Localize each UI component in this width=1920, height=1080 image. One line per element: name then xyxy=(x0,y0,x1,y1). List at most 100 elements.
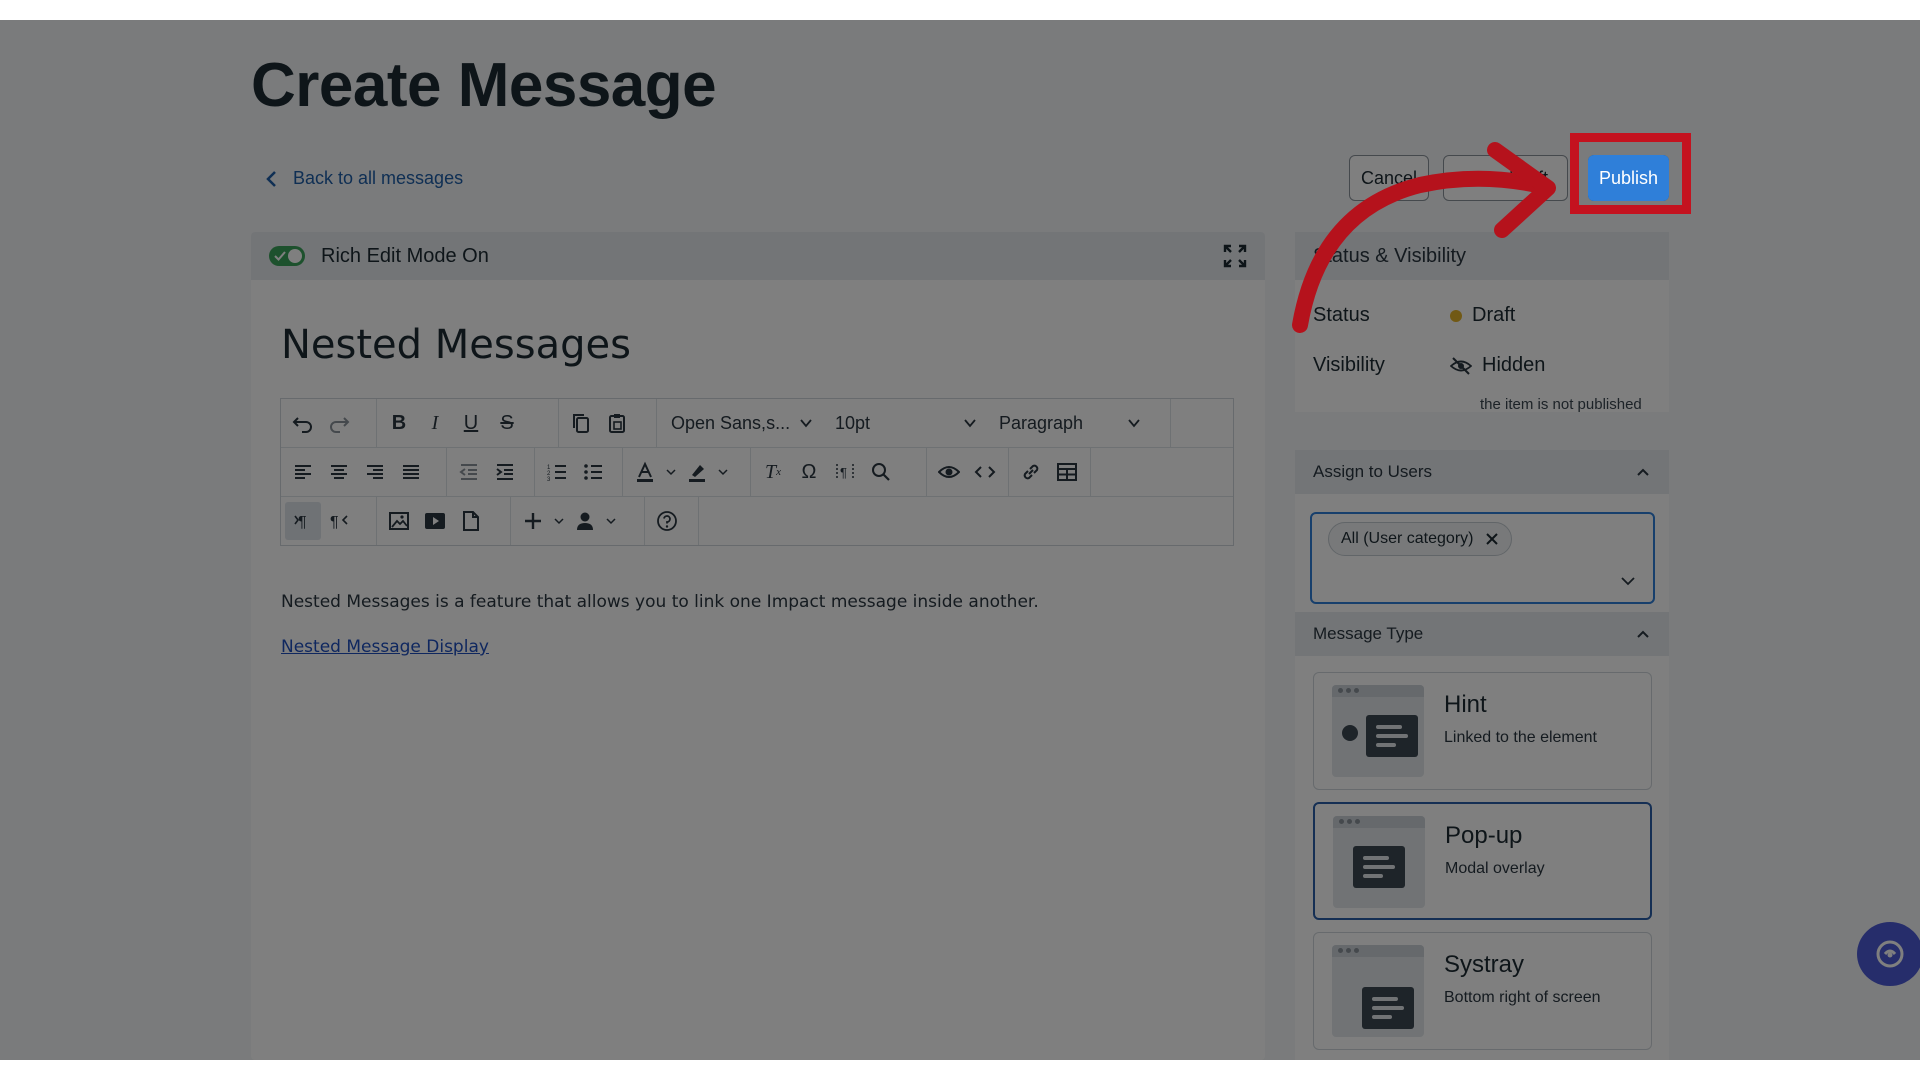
page-title: Create Message xyxy=(251,51,717,120)
panel-title: Message Type xyxy=(1313,624,1424,643)
toolbar-group-selects: Open Sans,s... 10pt Paragraph xyxy=(657,399,1171,447)
check-icon xyxy=(274,251,286,261)
chevron-down-icon xyxy=(1128,419,1140,428)
indent-icon[interactable] xyxy=(487,453,523,491)
chevron-left-icon xyxy=(266,170,276,187)
user-category-chip: All (User category) xyxy=(1328,522,1513,556)
option-description: Linked to the element xyxy=(1444,729,1597,746)
align-justify-icon[interactable] xyxy=(393,453,429,491)
message-type-option-hint[interactable]: Hint Linked to the element xyxy=(1313,672,1652,790)
font-family-value: Open Sans,s... xyxy=(671,412,791,433)
align-left-icon[interactable] xyxy=(285,453,321,491)
special-character-icon[interactable]: Ω xyxy=(791,453,827,491)
visibility-value: Hidden xyxy=(1450,354,1545,377)
italic-icon[interactable]: I xyxy=(417,404,453,442)
bullet-list-icon[interactable] xyxy=(575,453,611,491)
svg-text:3: 3 xyxy=(547,477,551,483)
nested-message-link[interactable]: Nested Message Display xyxy=(281,637,489,657)
paste-icon[interactable] xyxy=(599,404,635,442)
toolbar-row: ¶ ¶ xyxy=(281,497,1233,546)
publish-button-highlighted[interactable]: Publish xyxy=(1588,155,1669,201)
preview-icon[interactable] xyxy=(931,453,967,491)
underline-icon[interactable]: U xyxy=(453,404,489,442)
rich-edit-toggle[interactable] xyxy=(269,246,305,266)
chip-label: All (User category) xyxy=(1341,530,1474,547)
message-type-panel: Message Type Hint Linked to the element … xyxy=(1295,612,1669,1060)
visibility-label: Visibility xyxy=(1313,354,1385,376)
chevron-up-icon[interactable] xyxy=(1635,626,1651,642)
toolbar-group-add xyxy=(511,497,645,545)
fullscreen-icon[interactable] xyxy=(1223,244,1247,268)
toolbar-group-format: B I U S xyxy=(377,399,559,447)
ltr-icon[interactable]: ¶ xyxy=(285,502,321,540)
source-code-icon[interactable] xyxy=(967,453,1003,491)
numbered-list-icon[interactable]: 123 xyxy=(539,453,575,491)
toolbar-group-direction: ¶ ¶ xyxy=(281,497,377,545)
document-title[interactable]: Nested Messages xyxy=(281,322,631,368)
visibility-text: Hidden xyxy=(1482,354,1546,376)
back-link-label: Back to all messages xyxy=(293,168,464,188)
align-right-icon[interactable] xyxy=(357,453,393,491)
align-center-icon[interactable] xyxy=(321,453,357,491)
chevron-down-icon[interactable] xyxy=(715,453,731,491)
insert-icon[interactable] xyxy=(515,502,551,540)
undo-icon[interactable] xyxy=(285,404,321,442)
user-assign-select[interactable]: All (User category) xyxy=(1310,512,1655,604)
toolbar-row: B I U S Open Sans,s... 10pt Paragraph xyxy=(281,399,1233,448)
toolbar-group-colors xyxy=(623,448,751,496)
chevron-down-icon[interactable] xyxy=(663,453,679,491)
toolbar-group-align xyxy=(281,448,447,496)
panel-title: Assign to Users xyxy=(1313,462,1433,481)
toolbar-group-media xyxy=(377,497,511,545)
search-replace-icon[interactable] xyxy=(863,453,899,491)
visibility-note: the item is not published xyxy=(1480,396,1642,413)
link-icon[interactable] xyxy=(1013,453,1049,491)
assistant-launcher-button[interactable] xyxy=(1857,922,1920,986)
message-type-heading[interactable]: Message Type xyxy=(1295,612,1669,656)
option-name: Pop-up xyxy=(1445,822,1523,849)
toolbar-row: 123 Tx Ω ¶ xyxy=(281,448,1233,497)
close-icon[interactable] xyxy=(1485,532,1499,546)
toolbar-group-history xyxy=(281,399,377,447)
chevron-down-icon[interactable] xyxy=(1619,572,1637,590)
font-family-select[interactable]: Open Sans,s... xyxy=(657,404,821,442)
toolbar-group-insert xyxy=(1009,448,1091,496)
option-description: Modal overlay xyxy=(1445,860,1545,877)
toolbar-group-indent xyxy=(447,448,535,496)
option-name: Hint xyxy=(1444,691,1487,718)
block-format-select[interactable]: Paragraph xyxy=(985,404,1149,442)
editor-header: Rich Edit Mode On xyxy=(251,232,1265,280)
chevron-down-icon[interactable] xyxy=(551,502,567,540)
chevron-up-icon[interactable] xyxy=(1635,464,1651,480)
outdent-icon[interactable] xyxy=(451,453,487,491)
toolbar-group-view xyxy=(927,448,1009,496)
bold-icon[interactable]: B xyxy=(381,404,417,442)
table-icon[interactable] xyxy=(1049,453,1085,491)
template-icon[interactable] xyxy=(453,502,489,540)
message-type-option-systray[interactable]: Systray Bottom right of screen xyxy=(1313,932,1652,1050)
body-paragraph[interactable]: Nested Messages is a feature that allows… xyxy=(281,592,1039,612)
sidebar: Status & Visibility Status Draft Visibil… xyxy=(1295,232,1669,1060)
personalize-icon[interactable] xyxy=(567,502,603,540)
nonbreaking-icon[interactable]: ¶ xyxy=(827,453,863,491)
back-to-messages-link[interactable]: Back to all messages xyxy=(265,168,463,189)
redo-icon[interactable] xyxy=(321,404,357,442)
assign-users-heading[interactable]: Assign to Users xyxy=(1295,450,1669,494)
help-icon[interactable] xyxy=(649,502,685,540)
video-icon[interactable] xyxy=(417,502,453,540)
copy-icon[interactable] xyxy=(563,404,599,442)
text-color-icon[interactable] xyxy=(627,453,663,491)
toolbar-group-help xyxy=(645,497,699,545)
message-type-option-popup[interactable]: Pop-up Modal overlay xyxy=(1313,802,1652,920)
chevron-down-icon[interactable] xyxy=(603,502,619,540)
image-icon[interactable] xyxy=(381,502,417,540)
svg-text:¶: ¶ xyxy=(298,514,307,531)
strikethrough-icon[interactable]: S xyxy=(489,404,525,442)
font-size-select[interactable]: 10pt xyxy=(821,404,985,442)
highlight-color-icon[interactable] xyxy=(679,453,715,491)
rtl-icon[interactable]: ¶ xyxy=(321,502,357,540)
tutorial-arrow-icon xyxy=(1292,142,1556,333)
editor-toolbar: B I U S Open Sans,s... 10pt Paragraph 1 … xyxy=(280,398,1234,546)
option-description: Bottom right of screen xyxy=(1444,989,1601,1006)
clear-formatting-icon[interactable]: Tx xyxy=(755,453,791,491)
